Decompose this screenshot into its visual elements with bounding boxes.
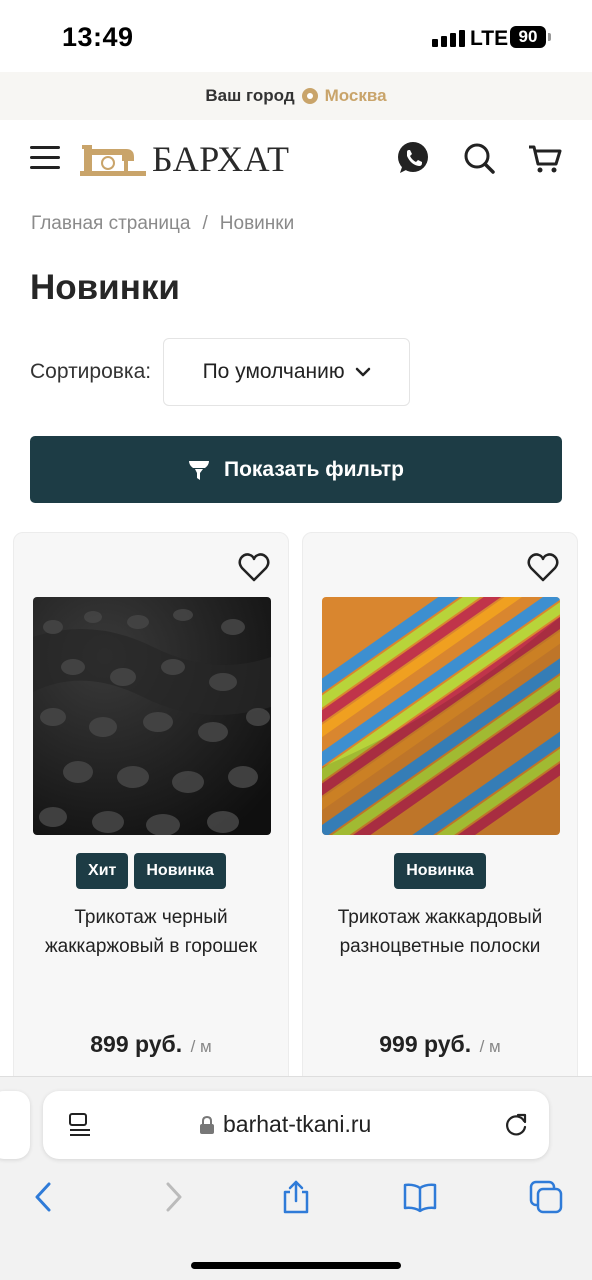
heart-icon[interactable] xyxy=(237,551,271,585)
bookmarks-icon[interactable] xyxy=(402,1179,438,1215)
city-name[interactable]: Москва xyxy=(325,86,387,106)
logo-text: БАРХАТ xyxy=(152,139,290,179)
city-label: Ваш город xyxy=(205,86,295,105)
signal-icon xyxy=(432,30,465,47)
price-unit: / м xyxy=(190,1037,212,1056)
sort-label: Сортировка: xyxy=(30,360,152,383)
page-title: Новинки xyxy=(30,268,180,307)
whatsapp-icon[interactable] xyxy=(395,140,431,176)
product-name[interactable]: Трикотаж жаккардовый разноцветные полоск… xyxy=(317,903,563,961)
forward-icon[interactable] xyxy=(155,1179,191,1215)
previous-tab-preview[interactable] xyxy=(0,1091,30,1159)
status-time: 13:49 xyxy=(62,22,134,52)
reload-icon[interactable] xyxy=(502,1111,530,1139)
url-text: barhat-tkani.ru xyxy=(223,1111,372,1137)
browser-toolbar: barhat-tkani.ru xyxy=(0,1076,592,1280)
logo[interactable]: БАРХАТ xyxy=(78,138,290,180)
breadcrumb-home-link[interactable]: Главная страница xyxy=(31,213,191,235)
address-bar[interactable]: barhat-tkani.ru xyxy=(43,1091,549,1159)
reader-icon[interactable] xyxy=(67,1112,93,1138)
price-unit: / м xyxy=(479,1037,501,1056)
product-card[interactable]: Хит Новинка Трикотаж черный жаккаржовый … xyxy=(13,532,289,1092)
product-name[interactable]: Трикотаж черный жаккаржовый в горошек xyxy=(28,903,274,961)
price-value: 899 руб. xyxy=(90,1031,183,1057)
product-price: 899 руб. / м xyxy=(14,1031,288,1058)
menu-icon[interactable] xyxy=(30,146,60,170)
product-card[interactable]: Новинка Трикотаж жаккардовый разноцветны… xyxy=(302,532,578,1092)
battery-tip xyxy=(548,33,551,41)
tabs-icon[interactable] xyxy=(528,1179,564,1215)
sewing-machine-logo-icon xyxy=(80,145,146,176)
cart-icon[interactable] xyxy=(527,140,563,176)
home-indicator[interactable] xyxy=(191,1262,401,1269)
breadcrumb-separator: / xyxy=(202,213,208,234)
show-filter-label: Показать фильтр xyxy=(223,457,405,481)
sort-dropdown[interactable]: По умолчанию xyxy=(163,338,411,406)
product-image[interactable] xyxy=(322,597,560,835)
badge-new: Новинка xyxy=(134,853,226,889)
breadcrumb: Главная страница / Новинки xyxy=(31,213,294,235)
product-image[interactable] xyxy=(33,597,271,835)
price-value: 999 руб. xyxy=(379,1031,472,1057)
filter-icon xyxy=(188,460,209,480)
status-bar: 13:49 LTE 90 xyxy=(0,0,592,72)
battery-icon: 90 xyxy=(510,26,546,48)
back-icon[interactable] xyxy=(26,1179,62,1215)
network-type: LTE xyxy=(470,27,509,50)
share-icon[interactable] xyxy=(278,1179,314,1215)
heart-icon[interactable] xyxy=(526,551,560,585)
location-pin-icon xyxy=(301,88,318,104)
sort-value: По умолчанию xyxy=(202,360,345,383)
show-filter-button[interactable]: Показать фильтр xyxy=(30,436,562,503)
badges: Хит Новинка xyxy=(14,853,288,889)
city-bar[interactable]: Ваш город Москва xyxy=(0,72,592,120)
site-header: БАРХАТ xyxy=(0,120,592,200)
sort-row: Сортировка: По умолчанию xyxy=(30,338,411,406)
breadcrumb-current: Новинки xyxy=(219,213,295,234)
search-icon[interactable] xyxy=(461,140,497,176)
product-price: 999 руб. / м xyxy=(303,1031,577,1058)
chevron-down-icon xyxy=(355,367,370,377)
badge-new: Новинка xyxy=(394,853,486,889)
lock-icon xyxy=(200,1115,214,1134)
badge-hit: Хит xyxy=(76,853,129,889)
badges: Новинка xyxy=(303,853,577,889)
